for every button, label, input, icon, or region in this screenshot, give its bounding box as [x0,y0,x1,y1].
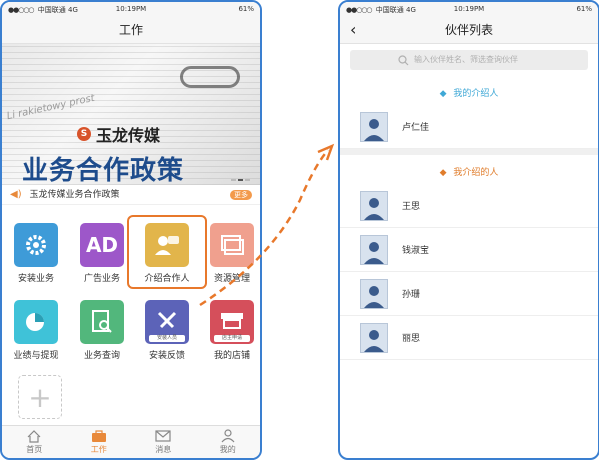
nav-bar: ‹ 伙伴列表 [340,16,598,44]
search-icon [398,54,409,74]
partner-row[interactable]: 钱淑宝 [340,228,598,272]
section-title: 我的介绍人 [453,89,499,99]
status-bar: ●●○○○ 中国联通 4G 10:19PM 61% [340,2,598,16]
partner-name: 王思 [402,202,421,212]
partner-search-input[interactable]: 输入伙伴姓名、筛选查询伙伴 [350,50,588,70]
section-title: 我介绍的人 [453,168,499,178]
partner-row[interactable]: 孙珊 [340,272,598,316]
phone-partner-list-screen: ●●○○○ 中国联通 4G 10:19PM 61% ‹ 伙伴列表 输入伙伴姓名、… [338,0,599,460]
partner-name: 丽思 [402,334,421,344]
avatar-icon [360,322,388,353]
partner-row[interactable]: 丽思 [340,316,598,360]
partner-name: 卢仁佳 [402,123,430,133]
page-title: 伙伴列表 [444,23,493,37]
partner-row[interactable]: 王思 [340,184,598,228]
search-placeholder: 输入伙伴姓名、筛选查询伙伴 [414,55,518,64]
status-time: 10:19PM [453,5,485,13]
section-my-introduced: ◆ 我介绍的人 [340,155,598,184]
partner-row[interactable]: 卢仁佳 [340,105,598,149]
section-my-introducer: ◆ 我的介绍人 [340,76,598,105]
partner-name: 钱淑宝 [402,246,430,256]
partner-name: 孙珊 [402,290,421,300]
diamond-icon: ◆ [439,89,447,99]
avatar-icon [360,234,388,265]
avatar-icon [360,190,388,221]
battery-level: 61% [576,5,592,13]
down-arrow-icon: ◆ [439,168,447,178]
avatar-icon [360,278,388,309]
back-arrow-icon[interactable]: ‹ [350,16,356,44]
avatar-icon [360,111,388,142]
